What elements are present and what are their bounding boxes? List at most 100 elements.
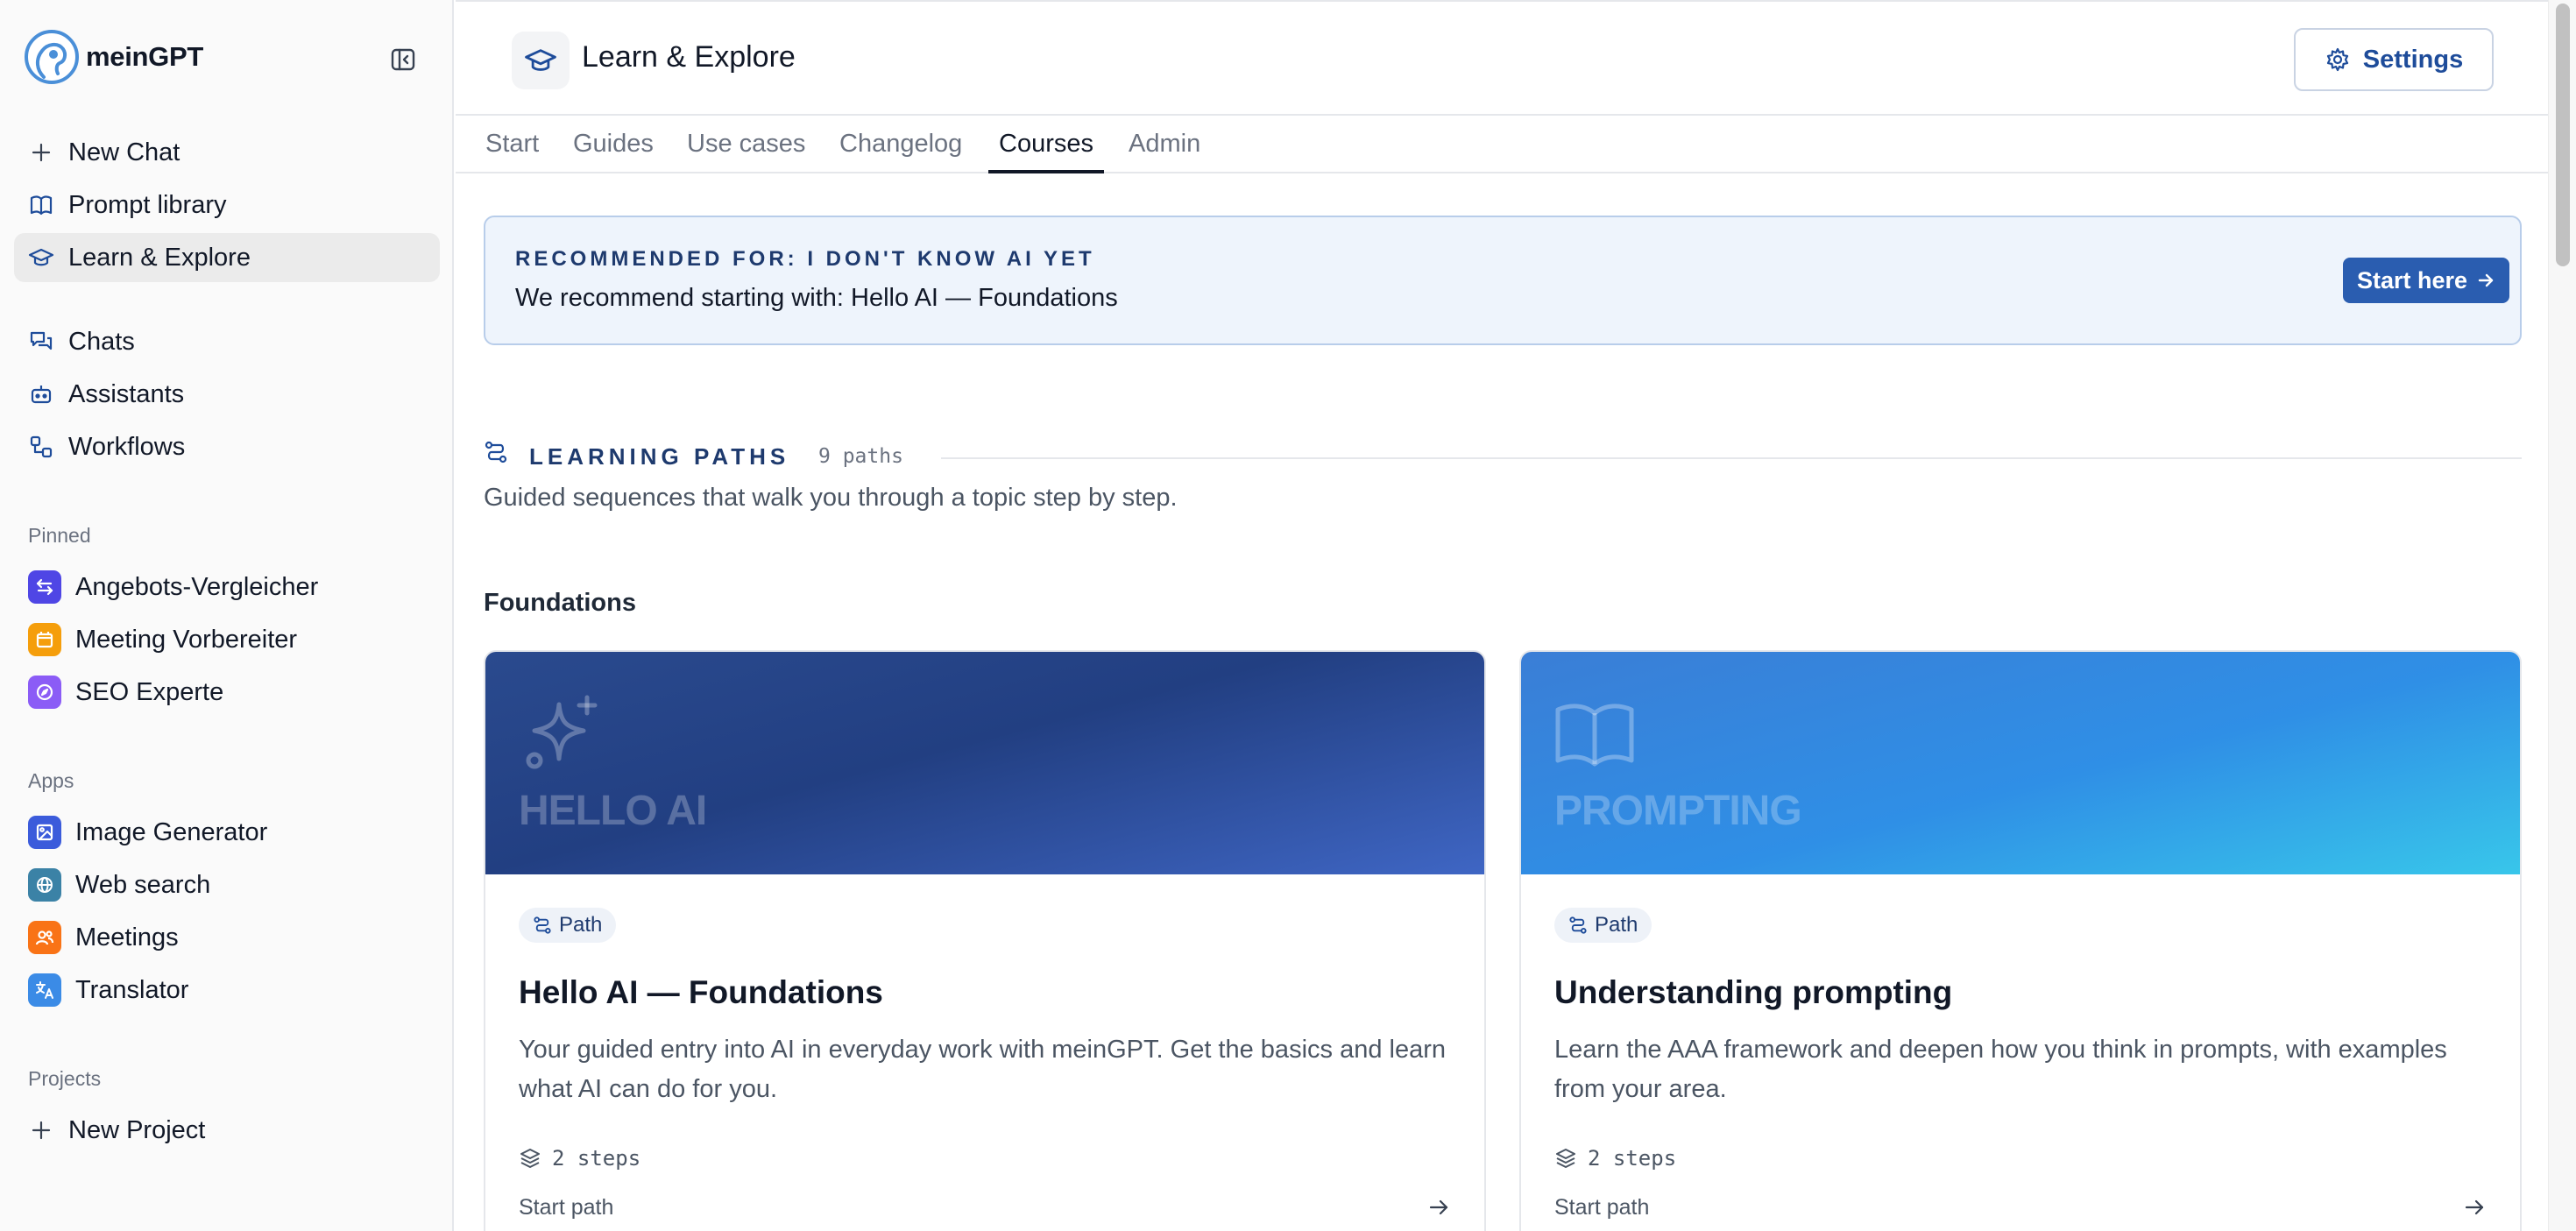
- nav-label: Chats: [68, 327, 135, 356]
- card-hero: HELLO AI: [485, 652, 1484, 874]
- arrow-right-icon[interactable]: [1426, 1195, 1451, 1220]
- card-title: Hello AI — Foundations: [519, 974, 883, 1010]
- start-here-button[interactable]: Start here: [2343, 258, 2509, 303]
- card-hero-word: HELLO AI: [519, 788, 707, 834]
- course-card-hello-ai[interactable]: HELLO AI Path Hello AI — Foundations You…: [484, 650, 1486, 1231]
- pinned-item-angebots-vergleicher[interactable]: Angebots-Vergleicher: [14, 562, 440, 612]
- swap-arrows-icon: [28, 570, 61, 604]
- page-scrollbar[interactable]: [2548, 0, 2576, 1231]
- sparkles-icon: [526, 695, 598, 769]
- app-label: Meetings: [75, 923, 179, 952]
- new-project-label: New Project: [68, 1115, 206, 1144]
- tab-start[interactable]: Start: [475, 126, 549, 173]
- app-label: Translator: [75, 975, 189, 1004]
- tab-changelog[interactable]: Changelog: [829, 126, 973, 173]
- main-content: Learn & Explore Settings Start Guides Us…: [456, 0, 2548, 1231]
- card-steps: 2 steps: [519, 1146, 640, 1171]
- tab-courses[interactable]: Courses: [988, 126, 1104, 173]
- projects-list: New Project: [14, 1106, 440, 1158]
- card-steps-label: 2 steps: [1588, 1146, 1677, 1171]
- card-description: Your guided entry into AI in everyday wo…: [519, 1036, 1446, 1103]
- settings-label: Settings: [2362, 45, 2464, 74]
- brand-name: meinGPT: [86, 41, 203, 72]
- app-item-translator[interactable]: Translator: [14, 966, 440, 1015]
- nav-workflows[interactable]: Workflows: [14, 422, 440, 471]
- app-label: Web search: [75, 870, 211, 899]
- pinned-item-seo-experte[interactable]: SEO Experte: [14, 668, 440, 717]
- card-hero: PROMPTING: [1521, 652, 2520, 874]
- arrow-right-icon: [2478, 273, 2494, 287]
- tab-guides[interactable]: Guides: [563, 126, 664, 173]
- card-hero-word: PROMPTING: [1554, 788, 1802, 834]
- pinned-label: Meeting Vorbereiter: [75, 625, 298, 654]
- path-badge: Path: [1554, 908, 1652, 943]
- learning-paths-header: LEARNING PATHS 9 paths: [484, 436, 2522, 471]
- app-item-meetings[interactable]: Meetings: [14, 913, 440, 962]
- recommendation-text: We recommend starting with: Hello AI — F…: [515, 284, 1118, 312]
- card-description: Learn the AAA framework and deepen how y…: [1554, 1036, 2447, 1103]
- path-badge-label: Path: [559, 913, 603, 937]
- pinned-list: Angebots-Vergleicher Meeting Vorbereiter…: [14, 562, 440, 720]
- pinned-item-meeting-vorbereiter[interactable]: Meeting Vorbereiter: [14, 615, 440, 664]
- nav-new-chat[interactable]: New Chat: [14, 128, 440, 177]
- chats-icon: [30, 331, 53, 350]
- start-path-link[interactable]: Start path: [519, 1195, 613, 1220]
- route-icon: [1569, 916, 1587, 934]
- projects-section-label: Projects: [28, 1067, 102, 1090]
- nav-label: Assistants: [68, 379, 185, 408]
- secondary-nav: Chats Assistants Workflows: [14, 317, 440, 475]
- book-icon: [30, 195, 53, 216]
- nav-prompt-library[interactable]: Prompt library: [14, 180, 440, 230]
- start-path-link[interactable]: Start path: [1554, 1195, 1649, 1220]
- group-title-foundations: Foundations: [484, 589, 636, 617]
- tab-use-cases[interactable]: Use cases: [676, 126, 816, 173]
- route-icon: [485, 441, 507, 463]
- recommendation-banner: RECOMMENDED FOR: I DON'T KNOW AI YET We …: [484, 216, 2522, 345]
- learning-paths-description: Guided sequences that walk you through a…: [484, 484, 1178, 512]
- plus-icon: [32, 1121, 51, 1140]
- course-card-prompting[interactable]: PROMPTING Path Understanding prompting L…: [1519, 650, 2522, 1231]
- section-tabs: Start Guides Use cases Changelog Courses…: [456, 116, 2548, 173]
- layers-icon: [1556, 1149, 1575, 1168]
- calendar-icon: [28, 623, 61, 656]
- pinned-label: Angebots-Vergleicher: [75, 572, 319, 601]
- primary-nav: New Chat Prompt library Learn & Explore: [14, 128, 440, 286]
- learning-paths-title: LEARNING PATHS: [529, 443, 790, 470]
- nav-chats[interactable]: Chats: [14, 317, 440, 366]
- apps-section-label: Apps: [28, 769, 74, 792]
- learning-paths-count: 9 paths: [818, 445, 903, 468]
- scrollbar-thumb[interactable]: [2556, 4, 2570, 266]
- recommendation-label: RECOMMENDED FOR: I DON'T KNOW AI YET: [515, 247, 1095, 271]
- page-title: Learn & Explore: [582, 40, 796, 74]
- brand-logo[interactable]: meinGPT: [25, 26, 203, 88]
- new-project-button[interactable]: New Project: [14, 1106, 440, 1155]
- card-steps: 2 steps: [1554, 1146, 1676, 1171]
- page-title-icon: [512, 32, 570, 89]
- section-divider: [941, 457, 2522, 459]
- sidebar-collapse-icon[interactable]: [389, 46, 417, 74]
- tab-admin[interactable]: Admin: [1118, 126, 1211, 173]
- apps-list: Image Generator Web search Meetings Tran…: [14, 808, 440, 1018]
- arrow-right-icon[interactable]: [2462, 1195, 2487, 1220]
- nav-label: Prompt library: [68, 190, 227, 219]
- nav-assistants[interactable]: Assistants: [14, 370, 440, 419]
- plus-icon: [32, 143, 51, 162]
- nav-label: New Chat: [68, 138, 180, 166]
- nav-learn-explore[interactable]: Learn & Explore: [14, 233, 440, 282]
- app-item-web-search[interactable]: Web search: [14, 860, 440, 909]
- sidebar: meinGPT New Chat Prompt library Learn & …: [0, 0, 454, 1231]
- app-item-image-generator[interactable]: Image Generator: [14, 808, 440, 857]
- settings-button[interactable]: Settings: [2294, 28, 2494, 91]
- path-badge: Path: [519, 908, 617, 943]
- open-book-icon: [1555, 704, 1634, 767]
- compass-icon: [28, 676, 61, 709]
- gear-icon: [2326, 47, 2348, 72]
- card-title: Understanding prompting: [1554, 974, 1953, 1010]
- pinned-section-label: Pinned: [28, 524, 91, 547]
- bot-icon: [31, 386, 52, 404]
- nav-label: Learn & Explore: [68, 243, 251, 272]
- image-icon: [28, 816, 61, 849]
- page-header: Learn & Explore Settings: [456, 0, 2548, 116]
- users-icon: [28, 921, 61, 954]
- card-steps-label: 2 steps: [552, 1146, 641, 1171]
